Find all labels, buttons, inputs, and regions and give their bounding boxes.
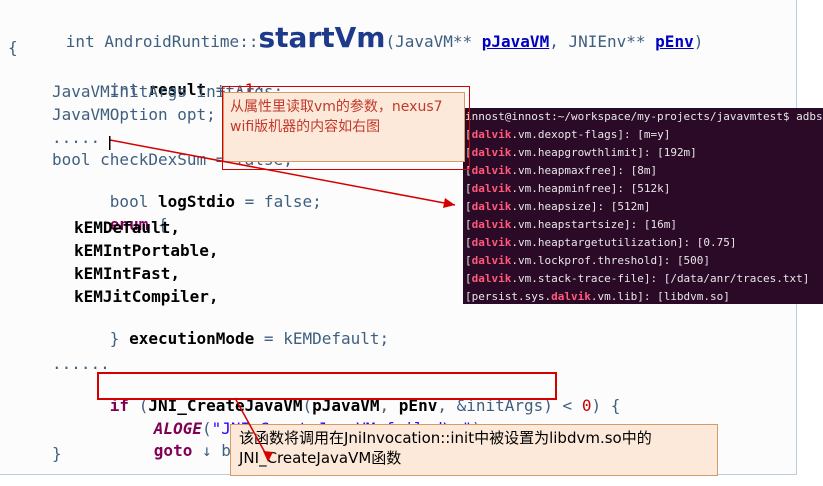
enum-item: kEMJitCompiler, [74, 287, 219, 306]
terminal-line-suffix: .vm.dexopt-flags]: [m=y] [511, 128, 671, 141]
keyword-goto: goto [153, 441, 193, 460]
terminal-line-suffix: .vm.heaptargetutilization]: [0.75] [511, 236, 737, 249]
terminal-line-key: dalvik [471, 254, 512, 267]
terminal-line-suffix: .vm.stack-trace-file]: [/data/anr/traces… [511, 272, 810, 285]
terminal-line: [dalvik.vm.heapsize]: [512m] [463, 198, 823, 216]
terminal-line: [persist.sys.dalvik.vm.lib]: [libdvm.so] [463, 288, 823, 304]
brace-close: } [52, 444, 62, 463]
terminal-line-key: dalvik [471, 146, 512, 159]
code-line-dots1: ..... [52, 128, 101, 147]
terminal-line-key: dalvik [471, 164, 512, 177]
terminal-screenshot: innost@innost:~/workspace/my-projects/ja… [463, 108, 823, 304]
var-executionmode: executionMode [129, 329, 255, 348]
execmode-rest: = kEMDefault; [254, 329, 390, 348]
fn-paren-open: (JavaVM** [385, 32, 482, 51]
terminal-line-key: dalvik [471, 236, 512, 249]
if-close: ) { [591, 396, 621, 415]
function-name: startVm [258, 21, 386, 54]
code-line-opt: JavaVMOption opt; [52, 105, 216, 124]
terminal-line-key: dalvik [551, 290, 591, 303]
terminal-line-key: dalvik [471, 128, 512, 141]
terminal-output: [dalvik.vm.dexopt-flags]: [m=y] [dalvik.v… [463, 126, 823, 304]
var-logstdio: logStdio [157, 192, 236, 211]
fn-paren-close: ) [693, 32, 704, 51]
enum-item: kEMIntPortable, [74, 241, 219, 260]
terminal-line: [dalvik.vm.lockprof.threshold]: [500] [463, 252, 823, 270]
logstdio-rest: = false; [235, 192, 322, 211]
terminal-line-prefix: [ [465, 236, 472, 249]
terminal-line-suffix: .vm.heapgrowthlimit]: [192m] [511, 146, 697, 159]
code-line-dots2: ...... [52, 354, 110, 373]
terminal-prompt: innost@innost:~/workspace/my-projects/ja… [465, 110, 823, 123]
terminal-line-prefix: [ [465, 272, 472, 285]
terminal-line-key: dalvik [471, 200, 512, 213]
terminal-line-suffix: .vm.heapstartsize]: [16m] [511, 218, 677, 231]
fn-prefix: int AndroidRuntime:: [65, 32, 259, 51]
terminal-line: [dalvik.vm.stack-trace-file]: [/data/anr… [463, 270, 823, 288]
terminal-line: [dalvik.vm.dexopt-flags]: [m=y] [463, 126, 823, 144]
enum-item: kEMDefault, [74, 218, 180, 237]
terminal-line: [dalvik.vm.heapstartsize]: [16m] [463, 216, 823, 234]
terminal-line-prefix: [ [465, 254, 472, 267]
callout-jni-function: 该函数将调用在JniInvocation::init中被设置为libdvm.so… [230, 424, 718, 476]
terminal-line-prefix: [ [465, 218, 472, 231]
terminal-line-prefix: [persist.sys. [465, 290, 552, 303]
brace-open: { [8, 38, 18, 57]
terminal-line-prefix: [ [465, 200, 472, 213]
terminal-line-suffix: .vm.heapmaxfree]: [8m] [511, 164, 658, 177]
terminal-line-suffix: .vm.lib]: [libdvm.so] [590, 290, 730, 303]
callout-properties: 从属性里读取vm的参数，nexus7 wifi版机器的内容如右图 [223, 92, 465, 162]
terminal-line-key: dalvik [471, 218, 512, 231]
param-pjavavm: pJavaVM [481, 32, 550, 51]
terminal-line-key: dalvik [471, 272, 512, 285]
terminal-line-suffix: .vm.heapminfree]: [512k] [511, 182, 671, 195]
terminal-line-suffix: .vm.lockprof.threshold]: [500] [511, 254, 711, 267]
terminal-line-suffix: .vm.heapsize]: [512m] [511, 200, 651, 213]
enum-close: } [109, 329, 130, 348]
terminal-line-key: dalvik [471, 182, 512, 195]
terminal-line: [dalvik.vm.heaptargetutilization]: [0.75… [463, 234, 823, 252]
enum-item: kEMIntFast, [74, 264, 180, 283]
terminal-line: [dalvik.vm.heapgrowthlimit]: [192m] [463, 144, 823, 162]
fn-mid: , JNIEnv** [549, 32, 656, 51]
highlight-box-jni-call [97, 372, 557, 400]
terminal-line-prefix: [ [465, 182, 472, 195]
terminal-line: [dalvik.vm.heapmaxfree]: [8m] [463, 162, 823, 180]
if-cmp: < [552, 396, 582, 415]
param-penv: pEnv [655, 32, 694, 51]
terminal-line: [dalvik.vm.heapminfree]: [512k] [463, 180, 823, 198]
